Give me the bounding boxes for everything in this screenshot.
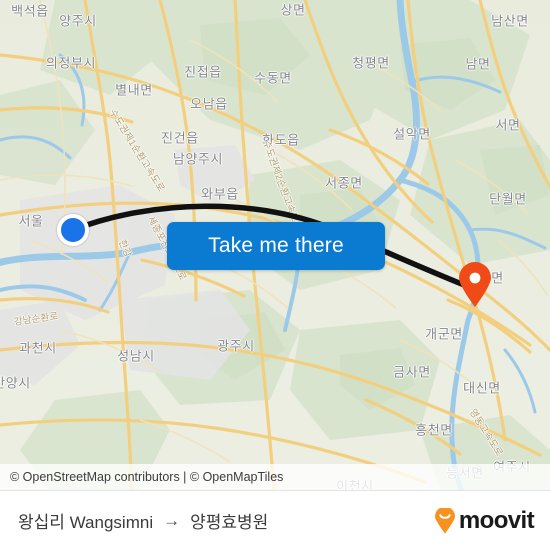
moovit-logo[interactable]: moovit (434, 506, 535, 534)
trip-destination-label: 양평효병원 (190, 513, 269, 532)
trip-summary: 왕십리 Wangsimni → 양평효병원 (18, 508, 268, 533)
map-view[interactable]: 백석읍 양주시 상면 남산면 의정부시 별내면 진접읍 수동면 청평면 남면 오남읍 진건읍 화도읍 설악… (0, 0, 550, 490)
take-me-there-button[interactable]: Take me there (167, 222, 385, 270)
origin-dot-icon[interactable] (57, 214, 89, 246)
arrow-right-icon: → (163, 510, 181, 530)
moovit-pin-icon (434, 507, 455, 533)
trip-origin-label: 왕십리 Wangsimni (18, 513, 154, 532)
destination-pin-icon[interactable] (457, 262, 493, 308)
moovit-wordmark: moovit (458, 506, 535, 534)
trip-footer: 왕십리 Wangsimni → 양평효병원 moovit (0, 490, 550, 550)
map-attribution: © OpenStreetMap contributors | © OpenMap… (0, 464, 550, 490)
app-screen: 백석읍 양주시 상면 남산면 의정부시 별내면 진접읍 수동면 청평면 남면 오남읍 진건읍 화도읍 설악… (0, 0, 550, 550)
